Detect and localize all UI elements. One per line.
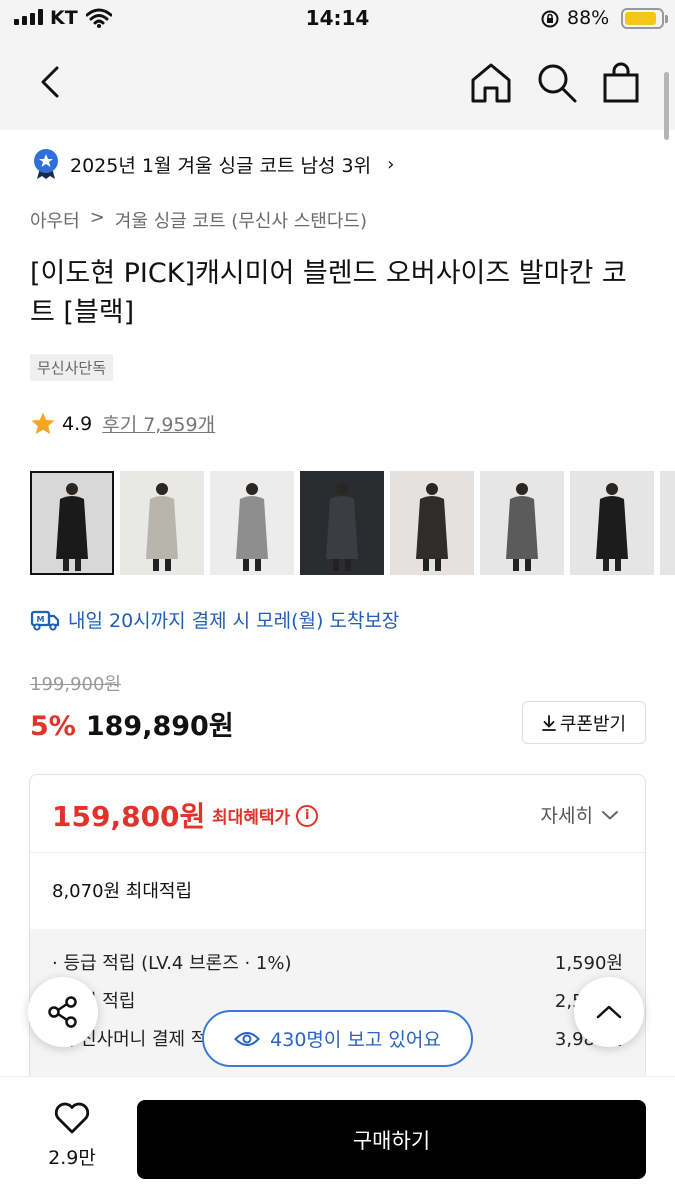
discount-rate: 5% <box>30 711 76 742</box>
product-photo <box>120 471 204 575</box>
thumbnail-5[interactable] <box>390 471 474 575</box>
product-photo <box>30 471 114 575</box>
detail-label: 자세히 <box>540 805 593 827</box>
exclusive-tag: 무신사단독 <box>30 354 114 381</box>
price-row: 5% 189,890원 <box>30 704 234 743</box>
product-photo <box>570 471 654 575</box>
max-points-row: 8,070원 최대적립 <box>30 853 645 929</box>
viewers-text: 430명이 보고 있어요 <box>270 1029 441 1051</box>
detail-toggle[interactable]: 자세히 <box>541 801 619 828</box>
like-button[interactable]: 2.9만 <box>40 1101 104 1170</box>
thumbnail-strip[interactable] <box>30 471 675 575</box>
bottom-action-bar: 2.9만 구매하기 <box>0 1076 675 1200</box>
ranking-text: 2025년 1월 겨울 싱글 코트 남성 3위 <box>70 154 372 177</box>
original-price: 199,900원 <box>30 674 121 695</box>
rotation-lock-icon <box>541 10 559 28</box>
thumbnail-1[interactable] <box>30 471 114 575</box>
bag-icon[interactable] <box>598 60 644 106</box>
delivery-guarantee[interactable]: M 내일 20시까지 결제 시 모레(월) 도착보장 <box>30 606 399 633</box>
thumbnail-7[interactable] <box>570 471 654 575</box>
heart-icon <box>54 1102 90 1134</box>
review-link[interactable]: 후기 7,959개 <box>102 410 215 437</box>
thumbnail-3[interactable] <box>210 471 294 575</box>
chevron-down-icon <box>602 810 618 819</box>
points-item: · 등급 적립 (LV.4 브론즈 · 1%) 1,590원 <box>52 943 623 981</box>
home-icon[interactable] <box>468 60 514 106</box>
coupon-button[interactable]: 쿠폰받기 <box>522 701 646 744</box>
thumbnail-2[interactable] <box>120 471 204 575</box>
rating-row: 4.9 후기 7,959개 <box>30 410 215 437</box>
benefit-header[interactable]: 159,800원 최대혜택가 i 자세히 <box>30 775 645 853</box>
points-item-value: 1,590원 <box>554 953 623 974</box>
like-count: 2.9만 <box>48 1147 96 1169</box>
product-photo <box>300 471 384 575</box>
product-photo <box>390 471 474 575</box>
download-icon <box>541 714 556 731</box>
breadcrumb-separator: > <box>89 207 105 228</box>
ranking-link[interactable]: 2025년 1월 겨울 싱글 코트 남성 3위 › <box>32 148 394 180</box>
eye-icon <box>234 1031 261 1046</box>
product-photo <box>660 471 675 575</box>
buy-button[interactable]: 구매하기 <box>137 1100 646 1179</box>
thumbnail-6[interactable] <box>480 471 564 575</box>
back-icon[interactable] <box>30 60 74 104</box>
status-bar: KT 14:14 88% <box>0 0 675 38</box>
info-icon[interactable]: i <box>296 804 319 827</box>
delivery-text: 내일 20시까지 결제 시 모레(월) 도착보장 <box>68 610 400 632</box>
max-benefit-price: 159,800원 <box>52 800 206 833</box>
breadcrumb-item-outer[interactable]: 아우터 <box>30 207 80 233</box>
star-icon <box>31 412 55 434</box>
chevron-up-icon <box>596 1005 622 1019</box>
points-item-label: · 등급 적립 (LV.4 브론즈 · 1%) <box>52 953 292 974</box>
max-benefit-label: 최대혜택가 i <box>212 803 319 828</box>
thumbnail-8[interactable] <box>660 471 675 575</box>
viewers-badge: 430명이 보고 있어요 <box>202 1010 473 1067</box>
battery-percent: 88% <box>567 7 610 29</box>
share-icon <box>48 996 77 1028</box>
breadcrumb: 아우터 > 겨울 싱글 코트 (무신사 스탠다드) <box>30 207 367 233</box>
svg-text:M: M <box>37 615 45 624</box>
chevron-right-icon: › <box>387 153 395 175</box>
share-button[interactable] <box>28 977 98 1047</box>
battery-icon <box>621 8 668 29</box>
coupon-button-label: 쿠폰받기 <box>559 713 627 735</box>
scroll-top-button[interactable] <box>574 977 644 1047</box>
product-photo <box>480 471 564 575</box>
max-points-text: 8,070원 최대적립 <box>52 881 193 902</box>
rating-score: 4.9 <box>62 412 93 435</box>
search-icon[interactable] <box>534 60 580 106</box>
nav-bar <box>0 38 675 130</box>
current-price: 189,890원 <box>85 711 234 742</box>
product-photo <box>210 471 294 575</box>
thumbnail-4[interactable] <box>300 471 384 575</box>
breadcrumb-item-category[interactable]: 겨울 싱글 코트 (무신사 스탠다드) <box>115 207 367 233</box>
delivery-truck-icon: M <box>30 610 60 631</box>
scrollbar[interactable] <box>664 72 669 140</box>
ranking-badge-icon <box>34 149 58 179</box>
max-benefit-label-text: 최대혜택가 <box>212 808 291 828</box>
product-title: [이도현 PICK]캐시미어 블렌드 오버사이즈 발마칸 코트 [블랙] <box>30 258 627 328</box>
